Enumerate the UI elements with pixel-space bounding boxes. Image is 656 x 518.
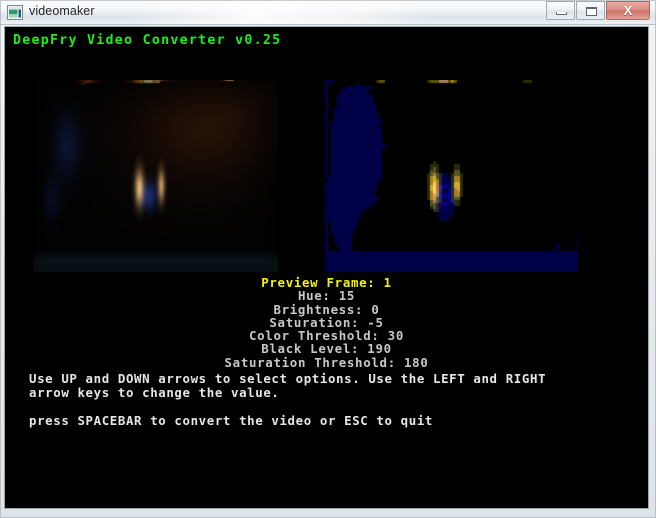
help-spacer <box>29 400 629 414</box>
title-bar-sheen <box>130 0 430 24</box>
original-preview-image <box>34 80 278 272</box>
application-window: videomaker X DeepFry Video Converter v0.… <box>0 0 656 518</box>
console-window: DeepFry Video Converter v0.25 Preview Fr… <box>4 26 649 509</box>
help-line-1: Use UP and DOWN arrows to select options… <box>29 371 547 386</box>
media-window-icon <box>7 5 23 20</box>
deepfried-preview-canvas <box>325 80 578 272</box>
app-banner: DeepFry Video Converter v0.25 <box>13 33 282 48</box>
close-icon: X <box>623 3 633 18</box>
parameter-row-1[interactable]: Hue: 15 <box>5 289 648 303</box>
maximize-icon <box>586 7 597 16</box>
parameter-row-3[interactable]: Saturation: -5 <box>5 316 648 330</box>
deepfried-preview-image <box>325 80 578 272</box>
original-preview-canvas <box>34 80 278 272</box>
console-surface: DeepFry Video Converter v0.25 Preview Fr… <box>5 27 648 508</box>
help-text-block: Use UP and DOWN arrows to select options… <box>29 372 629 428</box>
parameter-row-6[interactable]: Saturation Threshold: 180 <box>5 355 648 369</box>
parameter-row-4[interactable]: Color Threshold: 30 <box>5 329 648 343</box>
parameter-row-5[interactable]: Black Level: 190 <box>5 342 648 356</box>
parameter-list: Preview Frame: 1 Hue: 15 Brightness: 0 Satu… <box>5 276 648 369</box>
maximize-button[interactable] <box>576 1 605 20</box>
minimize-icon <box>556 12 567 15</box>
parameter-row-2[interactable]: Brightness: 0 <box>5 302 648 316</box>
window-title: videomaker <box>29 4 95 18</box>
help-line-2: arrow keys to change the value. <box>29 385 280 400</box>
close-button[interactable]: X <box>606 1 650 20</box>
help-line-3: press SPACEBAR to convert the video or E… <box>29 413 433 428</box>
minimize-button[interactable] <box>546 1 575 20</box>
parameter-row-0[interactable]: Preview Frame: 1 <box>5 276 648 290</box>
title-bar[interactable]: videomaker X <box>0 0 656 25</box>
